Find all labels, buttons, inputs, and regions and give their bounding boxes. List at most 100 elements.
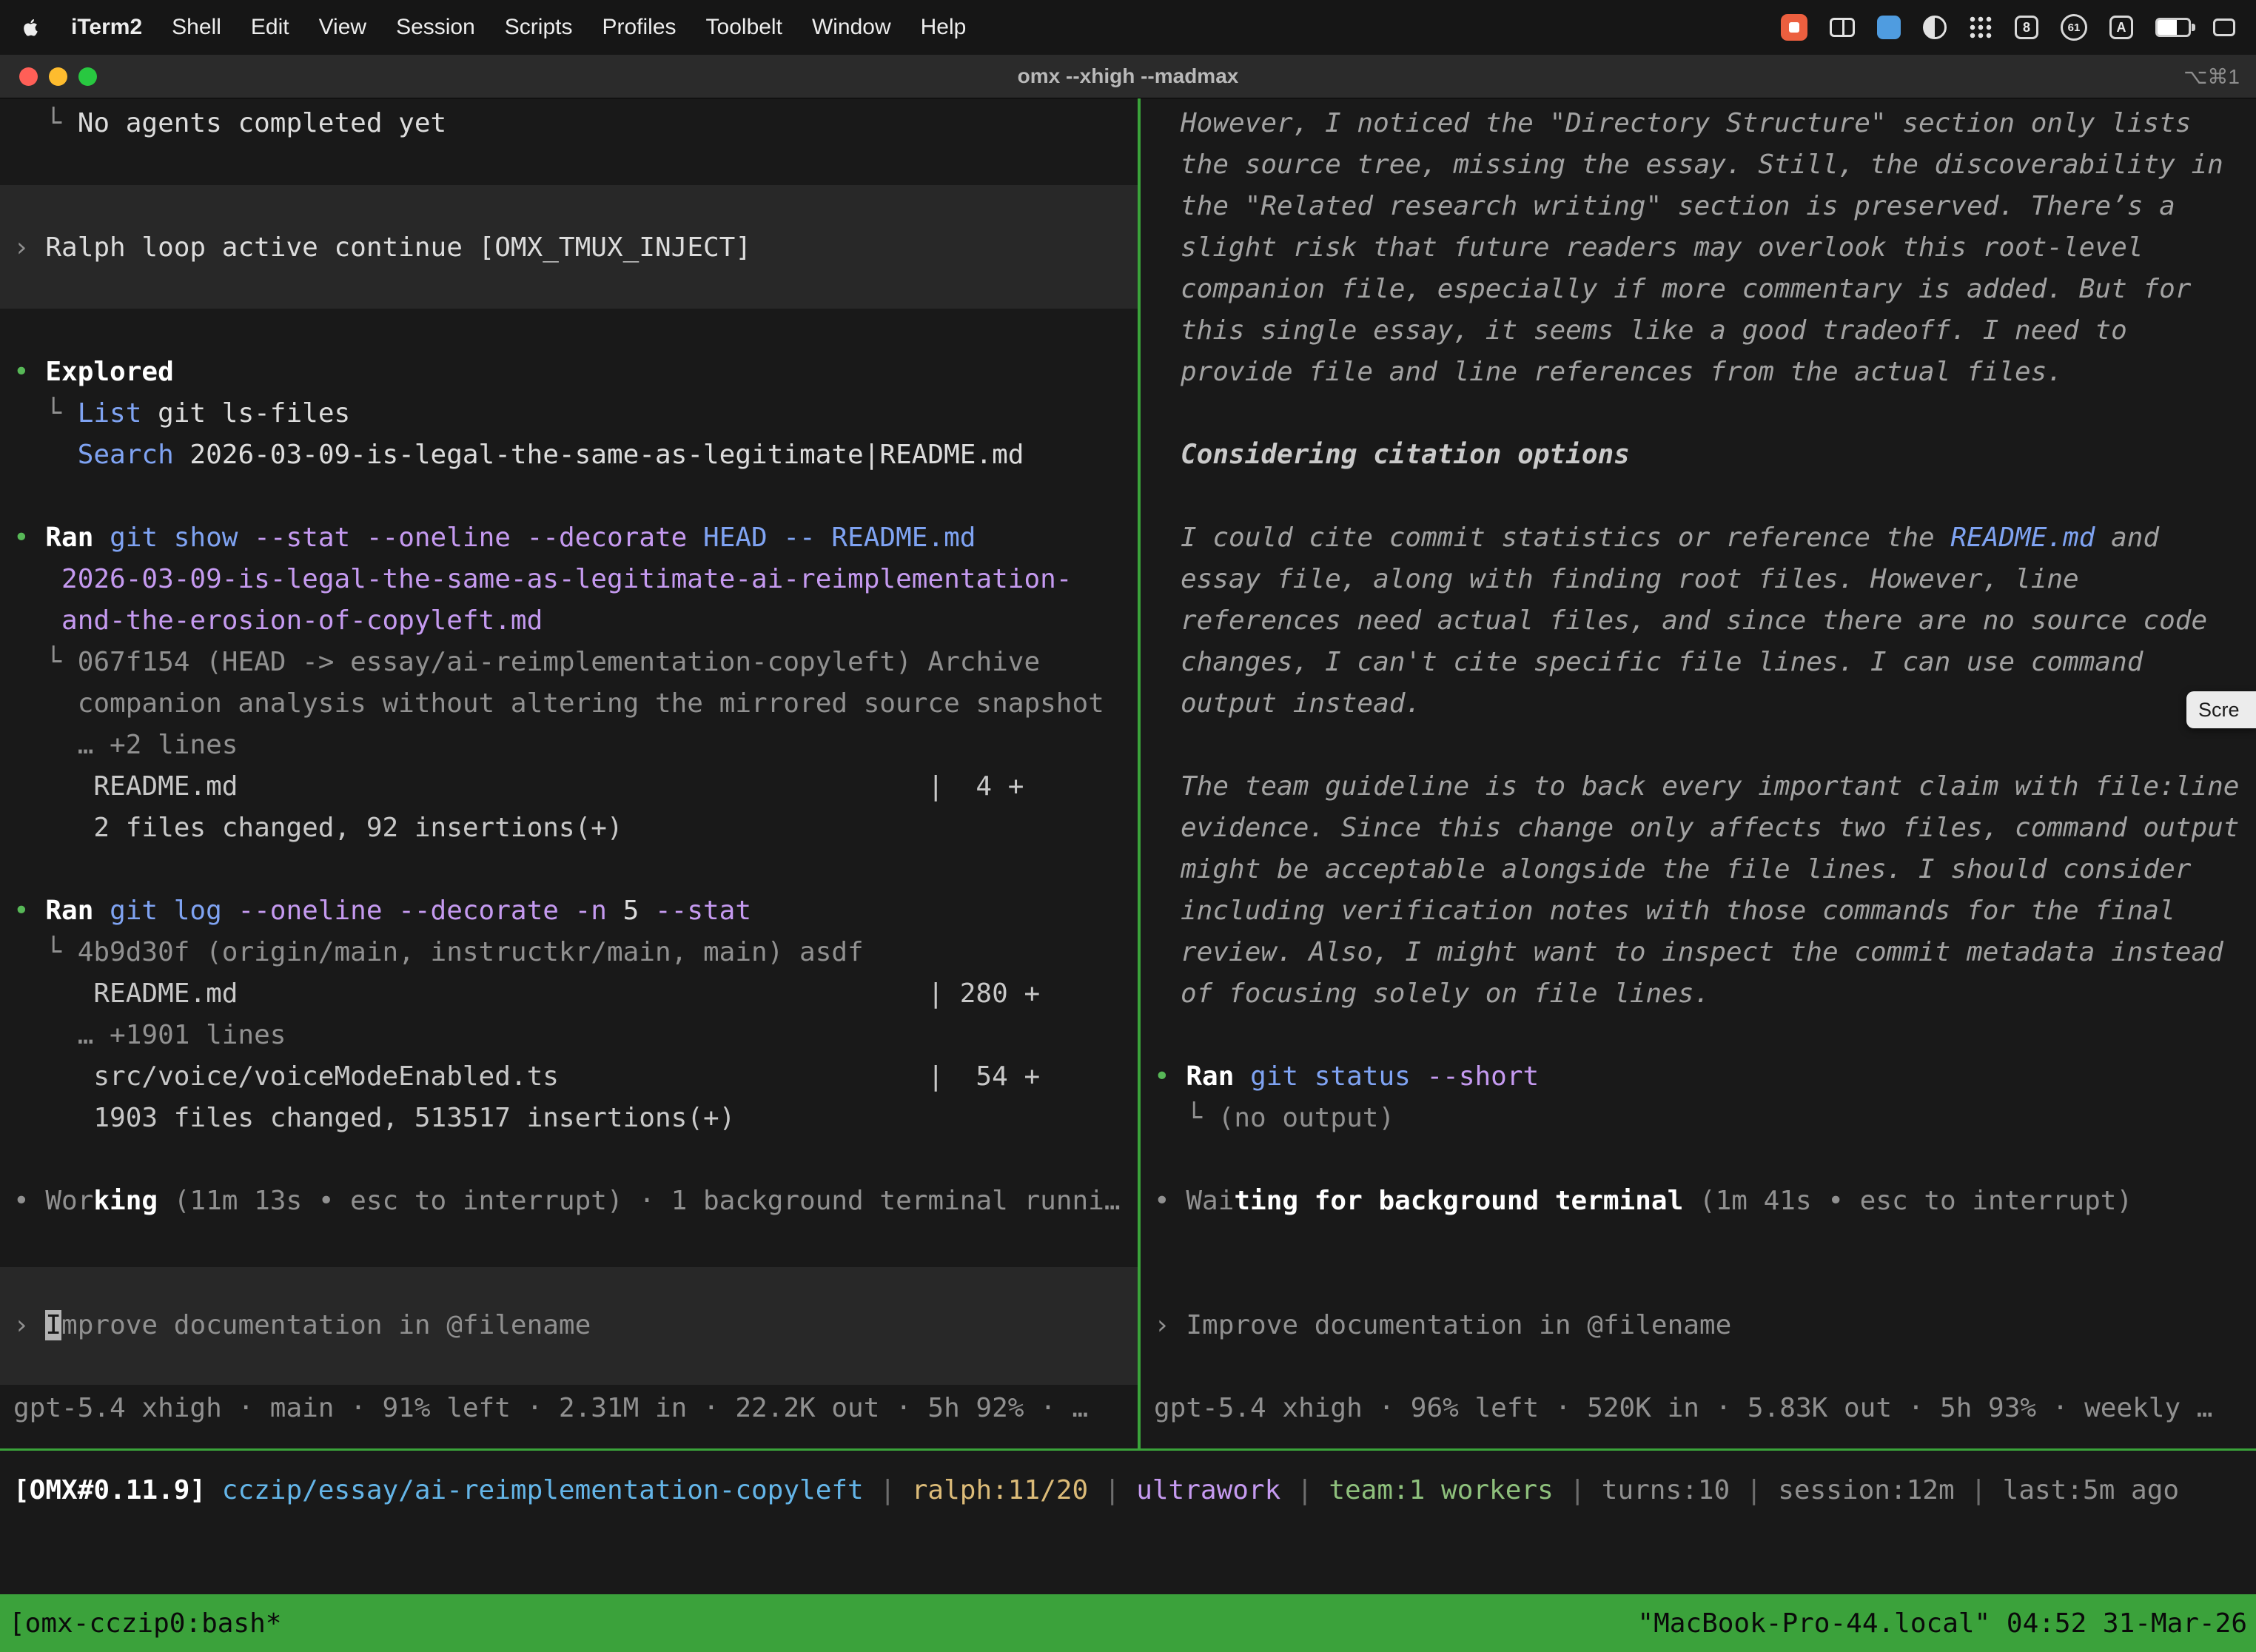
- terminal-line: However, I noticed the "Directory Struct…: [1154, 103, 2256, 144]
- text-segment: the source tree, missing the essay. Stil…: [1181, 150, 2223, 180]
- tmux-session-info: [omx-cczip0:bash*: [9, 1608, 281, 1639]
- text-segment: git show: [110, 523, 254, 553]
- menu-item-toolbelt[interactable]: Toolbelt: [706, 15, 782, 39]
- text-segment: companion analysis without altering the …: [13, 688, 1104, 719]
- text-segment: [13, 564, 61, 594]
- text-segment: •: [13, 357, 45, 387]
- text-segment: • Wor: [13, 1186, 93, 1216]
- text-segment: • Wai: [1154, 1186, 1234, 1216]
- text-segment: git status: [1250, 1061, 1426, 1092]
- apple-menu[interactable]: [21, 17, 41, 38]
- text-segment: of focusing solely on file lines.: [1181, 978, 1710, 1009]
- menu-item-scripts[interactable]: Scripts: [505, 15, 573, 39]
- terminal: └ No agents completed yet› Ralph loop ac…: [0, 98, 2256, 1448]
- terminal-line: 1903 files changed, 513517 insertions(+): [13, 1098, 1138, 1139]
- terminal-line: › Improve documentation in @filename: [1154, 1305, 2256, 1346]
- terminal-line: └ (no output): [1154, 1098, 2256, 1139]
- text-segment: Ran: [1186, 1061, 1250, 1092]
- text-segment: --short: [1426, 1061, 1539, 1092]
- text-segment: team:1 workers: [1329, 1475, 1553, 1505]
- text-segment: and-the-erosion-of-copyleft.md: [61, 605, 543, 636]
- terminal-line: output instead.: [1154, 683, 2256, 725]
- menu-item-session[interactable]: Session: [396, 15, 475, 39]
- docker-menu-icon[interactable]: [1877, 16, 1901, 39]
- screenshot-app-icon[interactable]: [1923, 16, 1947, 39]
- terminal-line: review. Also, I might want to inspect th…: [1154, 932, 2256, 973]
- terminal-line: • Ran git show --stat --oneline --decora…: [13, 517, 1138, 559]
- terminal-line: this single essay, it seems like a good …: [1154, 310, 2256, 352]
- right-pane[interactable]: However, I noticed the "Directory Struct…: [1141, 98, 2256, 1448]
- text-segment: turns:10: [1602, 1475, 1730, 1505]
- tmux-status-bar: [omx-cczip0:bash* "MacBook-Pro-44.local"…: [0, 1594, 2256, 1652]
- terminal-line: the "Related research writing" section i…: [1154, 186, 2256, 227]
- menu-item-iterm2[interactable]: iTerm2: [71, 15, 142, 39]
- terminal-line: [13, 1139, 1138, 1181]
- menu-item-profiles[interactable]: Profiles: [602, 15, 676, 39]
- text-segment: However, I noticed the "Directory Struct…: [1181, 108, 2191, 138]
- text-segment: |: [864, 1475, 912, 1505]
- text-segment: Ran: [45, 896, 110, 926]
- menu-item-view[interactable]: View: [319, 15, 366, 39]
- terminal-line: └ 067f154 (HEAD -> essay/ai-reimplementa…: [13, 642, 1138, 683]
- menu-item-edit[interactable]: Edit: [251, 15, 289, 39]
- zoom-button[interactable]: [78, 67, 97, 86]
- text-segment: … +2 lines: [13, 730, 238, 760]
- terminal-line: [13, 310, 1138, 352]
- text-segment: and: [2095, 523, 2159, 553]
- text-segment: └: [13, 647, 78, 677]
- terminal-line: [1154, 1015, 2256, 1056]
- text-segment: README.md | 280 +: [13, 978, 1040, 1009]
- input-source-icon[interactable]: A: [2109, 16, 2133, 39]
- text-segment: including verification notes with those …: [1181, 896, 2175, 926]
- terminal-line: • Ran git status --short: [1154, 1056, 2256, 1098]
- terminal-line: [13, 1346, 1138, 1388]
- close-button[interactable]: [19, 67, 38, 86]
- text-segment: 5: [623, 896, 655, 926]
- text-segment: No agents completed yet: [78, 108, 447, 138]
- window-shortcut-hint: ⌥⌘1: [2183, 64, 2240, 89]
- menu-item-help[interactable]: Help: [921, 15, 967, 39]
- text-segment: provide file and line references from th…: [1181, 357, 2063, 387]
- terminal-line: • Waiting for background terminal (1m 41…: [1154, 1181, 2256, 1222]
- menu-item-window[interactable]: Window: [812, 15, 891, 39]
- menu-extra-icon[interactable]: [2213, 19, 2235, 36]
- text-segment: --oneline --decorate -n: [238, 896, 622, 926]
- text-segment: this single essay, it seems like a good …: [1181, 315, 2127, 346]
- text-segment: src/voice/voiceModeEnabled.ts | 54 +: [13, 1061, 1040, 1092]
- notification-peek[interactable]: Scre: [2186, 691, 2256, 728]
- text-segment: [13, 605, 61, 636]
- window-manager-icon[interactable]: [1830, 18, 1855, 37]
- text-segment: 067f154 (HEAD -> essay/ai-reimplementati…: [78, 647, 1040, 677]
- terminal-line: Search 2026-03-09-is-legal-the-same-as-l…: [13, 434, 1138, 476]
- screen-recording-indicator-icon[interactable]: [1781, 14, 1807, 41]
- menu-item-shell[interactable]: Shell: [172, 15, 221, 39]
- terminal-line: › Improve documentation in @filename: [13, 1305, 1138, 1346]
- text-segment: |: [1730, 1475, 1778, 1505]
- terminal-line: changes, I can't cite specific file line…: [1154, 642, 2256, 683]
- left-pane[interactable]: └ No agents completed yet› Ralph loop ac…: [0, 98, 1138, 1448]
- text-segment: cczip/essay/ai-reimplementation-copyleft: [222, 1475, 864, 1505]
- terminal-line: essay file, along with finding root file…: [1154, 559, 2256, 600]
- terminal-line: [1154, 1139, 2256, 1181]
- battery-icon[interactable]: [2155, 18, 2191, 37]
- terminal-line: README.md | 280 +: [13, 973, 1138, 1015]
- terminal-line: references need actual files, and since …: [1154, 600, 2256, 642]
- minimize-button[interactable]: [49, 67, 67, 86]
- keyboard-stat-icon[interactable]: 8: [2015, 16, 2038, 39]
- battery-percent-icon[interactable]: 61: [2061, 14, 2087, 41]
- text-segment: … +1901 lines: [13, 1020, 286, 1050]
- text-segment: •: [1154, 1061, 1186, 1092]
- text-segment: output instead.: [1181, 688, 1421, 719]
- apple-logo-icon: [21, 17, 41, 38]
- text-segment: Improve documentation in @filename: [1186, 1310, 1731, 1340]
- terminal-line: the source tree, missing the essay. Stil…: [1154, 144, 2256, 186]
- terminal-line: [1154, 1222, 2256, 1263]
- menu-bar: iTerm2 Shell Edit View Session Scripts Profile…: [0, 0, 2256, 55]
- text-segment: companion file, especially if more comme…: [1181, 274, 2191, 304]
- app-grid-icon[interactable]: [1969, 16, 1993, 39]
- terminal-line: [1154, 1263, 2256, 1305]
- terminal-line: slight risk that future readers may over…: [1154, 227, 2256, 269]
- terminal-line: [1154, 476, 2256, 517]
- text-segment: gpt-5.4 xhigh · 96% left · 520K in · 5.8…: [1154, 1393, 2212, 1423]
- text-segment: |: [1554, 1475, 1602, 1505]
